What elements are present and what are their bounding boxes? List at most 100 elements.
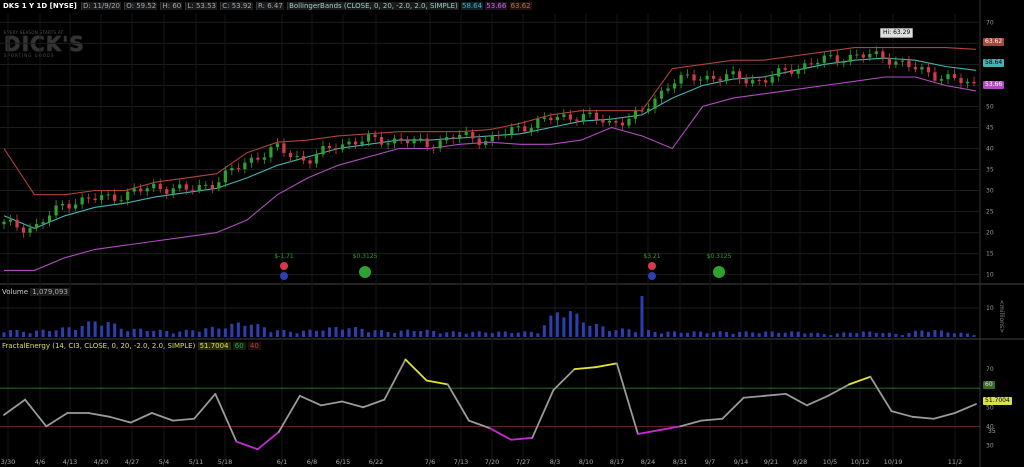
candle-body [770,76,774,83]
fe-segment [108,415,132,424]
candle-body [301,155,306,161]
date-tick-label: 7/27 [516,458,531,466]
stock-chart[interactable]: 706560555045403530252015103/304/64/134/2… [0,0,1024,467]
fe-segment [383,358,407,401]
date-tick-label: 8/10 [579,458,594,466]
candle-body [464,132,468,135]
volume-bar [282,329,286,337]
candle-body [529,128,533,132]
volume-bar [204,328,208,337]
volume-bar [393,333,397,337]
date-tick-label: 4/6 [35,458,45,466]
candle-body [93,198,97,201]
candle-body [432,147,436,149]
date-tick-label: 7/6 [425,458,435,466]
candle-body [751,79,755,84]
date-tick-label: 9/28 [793,458,808,466]
date-tick-label: 5/4 [159,458,169,466]
candle-body [308,160,312,164]
volume-bar [406,329,410,337]
candle-body [959,77,963,84]
candle-body [210,184,214,189]
volume-bar [861,331,865,337]
earnings-icon [648,272,656,280]
candle-body [295,155,299,158]
volume-bar [809,332,813,337]
candle-body [191,189,195,191]
volume-bar [588,325,592,337]
price-tick-label: 20 [986,230,994,237]
volume-bar [783,332,787,337]
volume-bar [249,324,253,337]
candle-body [490,135,494,142]
volume-bar [881,333,885,337]
volume-bar [145,331,149,337]
candle-body [438,140,442,149]
candle-body [21,227,26,233]
fe-tick-label: 30 [986,442,994,449]
date-tick-label: 6/1 [277,458,287,466]
volume-bar [913,330,917,337]
volume-bar [601,326,605,337]
volume-bar [301,330,305,337]
date-tick-label: 9/7 [705,458,715,466]
candle-body [542,117,546,119]
fe-segment [298,394,322,407]
candle-body [347,141,351,145]
price-tick-label: 30 [986,188,994,195]
volume-bar [458,332,462,337]
volume-bar [907,333,911,337]
date-tick-label: 8/31 [673,458,688,466]
volume-bar [972,335,976,337]
volume-bar [380,330,384,337]
candle-body [588,112,592,115]
candle-body [607,120,612,123]
volume-label: Volume 1,079,093 [2,288,70,296]
fe-segment [552,368,576,391]
volume-bar [594,323,598,337]
fe-segment [806,394,829,407]
volume-bar [523,331,527,337]
date-tick-label: 7/13 [454,458,469,466]
volume-bar [80,325,84,337]
candle-body [41,222,45,225]
date-tick-label: 3/30 [1,458,16,466]
candle-body [711,75,716,79]
candle-body [223,170,227,183]
date-tick-label: 5/11 [189,458,204,466]
volume-bar [959,332,963,337]
volume-bar [920,330,924,337]
fractal-energy-label: FractalEnergy (14, CI3, CLOSE, 0, 20, -2… [2,342,261,350]
fe-segment [404,358,428,382]
volume-bar [262,327,266,337]
lower-band-tag: 53.66 [983,81,1005,89]
fe-segment [594,362,618,369]
volume-bar [660,333,664,337]
volume-tick-label: 10 [986,305,994,312]
volume-bar [939,330,943,337]
date-tick-label: 10/12 [851,458,870,466]
candle-body [113,194,117,201]
volume-bar [471,331,475,337]
candle-body [594,112,599,120]
event-label: $0.3125 [353,253,378,260]
mid-band-tag: 58.64 [983,59,1005,67]
candle-body [158,183,162,190]
candle-body [67,203,71,209]
fe-segment [890,410,914,418]
fe-segment [827,383,851,397]
fe-segment [953,403,977,414]
fe-segment [573,366,597,370]
candle-body [907,60,911,68]
candle-body [366,134,371,142]
fe-segment [531,389,555,439]
date-tick-label: 9/21 [764,458,779,466]
volume-bar [490,333,494,337]
candle-body [764,80,768,83]
candle-body [783,68,787,70]
fe-segment [172,417,196,422]
volume-bar [744,331,748,337]
fe-segment [214,393,238,443]
candle-body [197,185,201,191]
volume-bar [74,329,78,337]
